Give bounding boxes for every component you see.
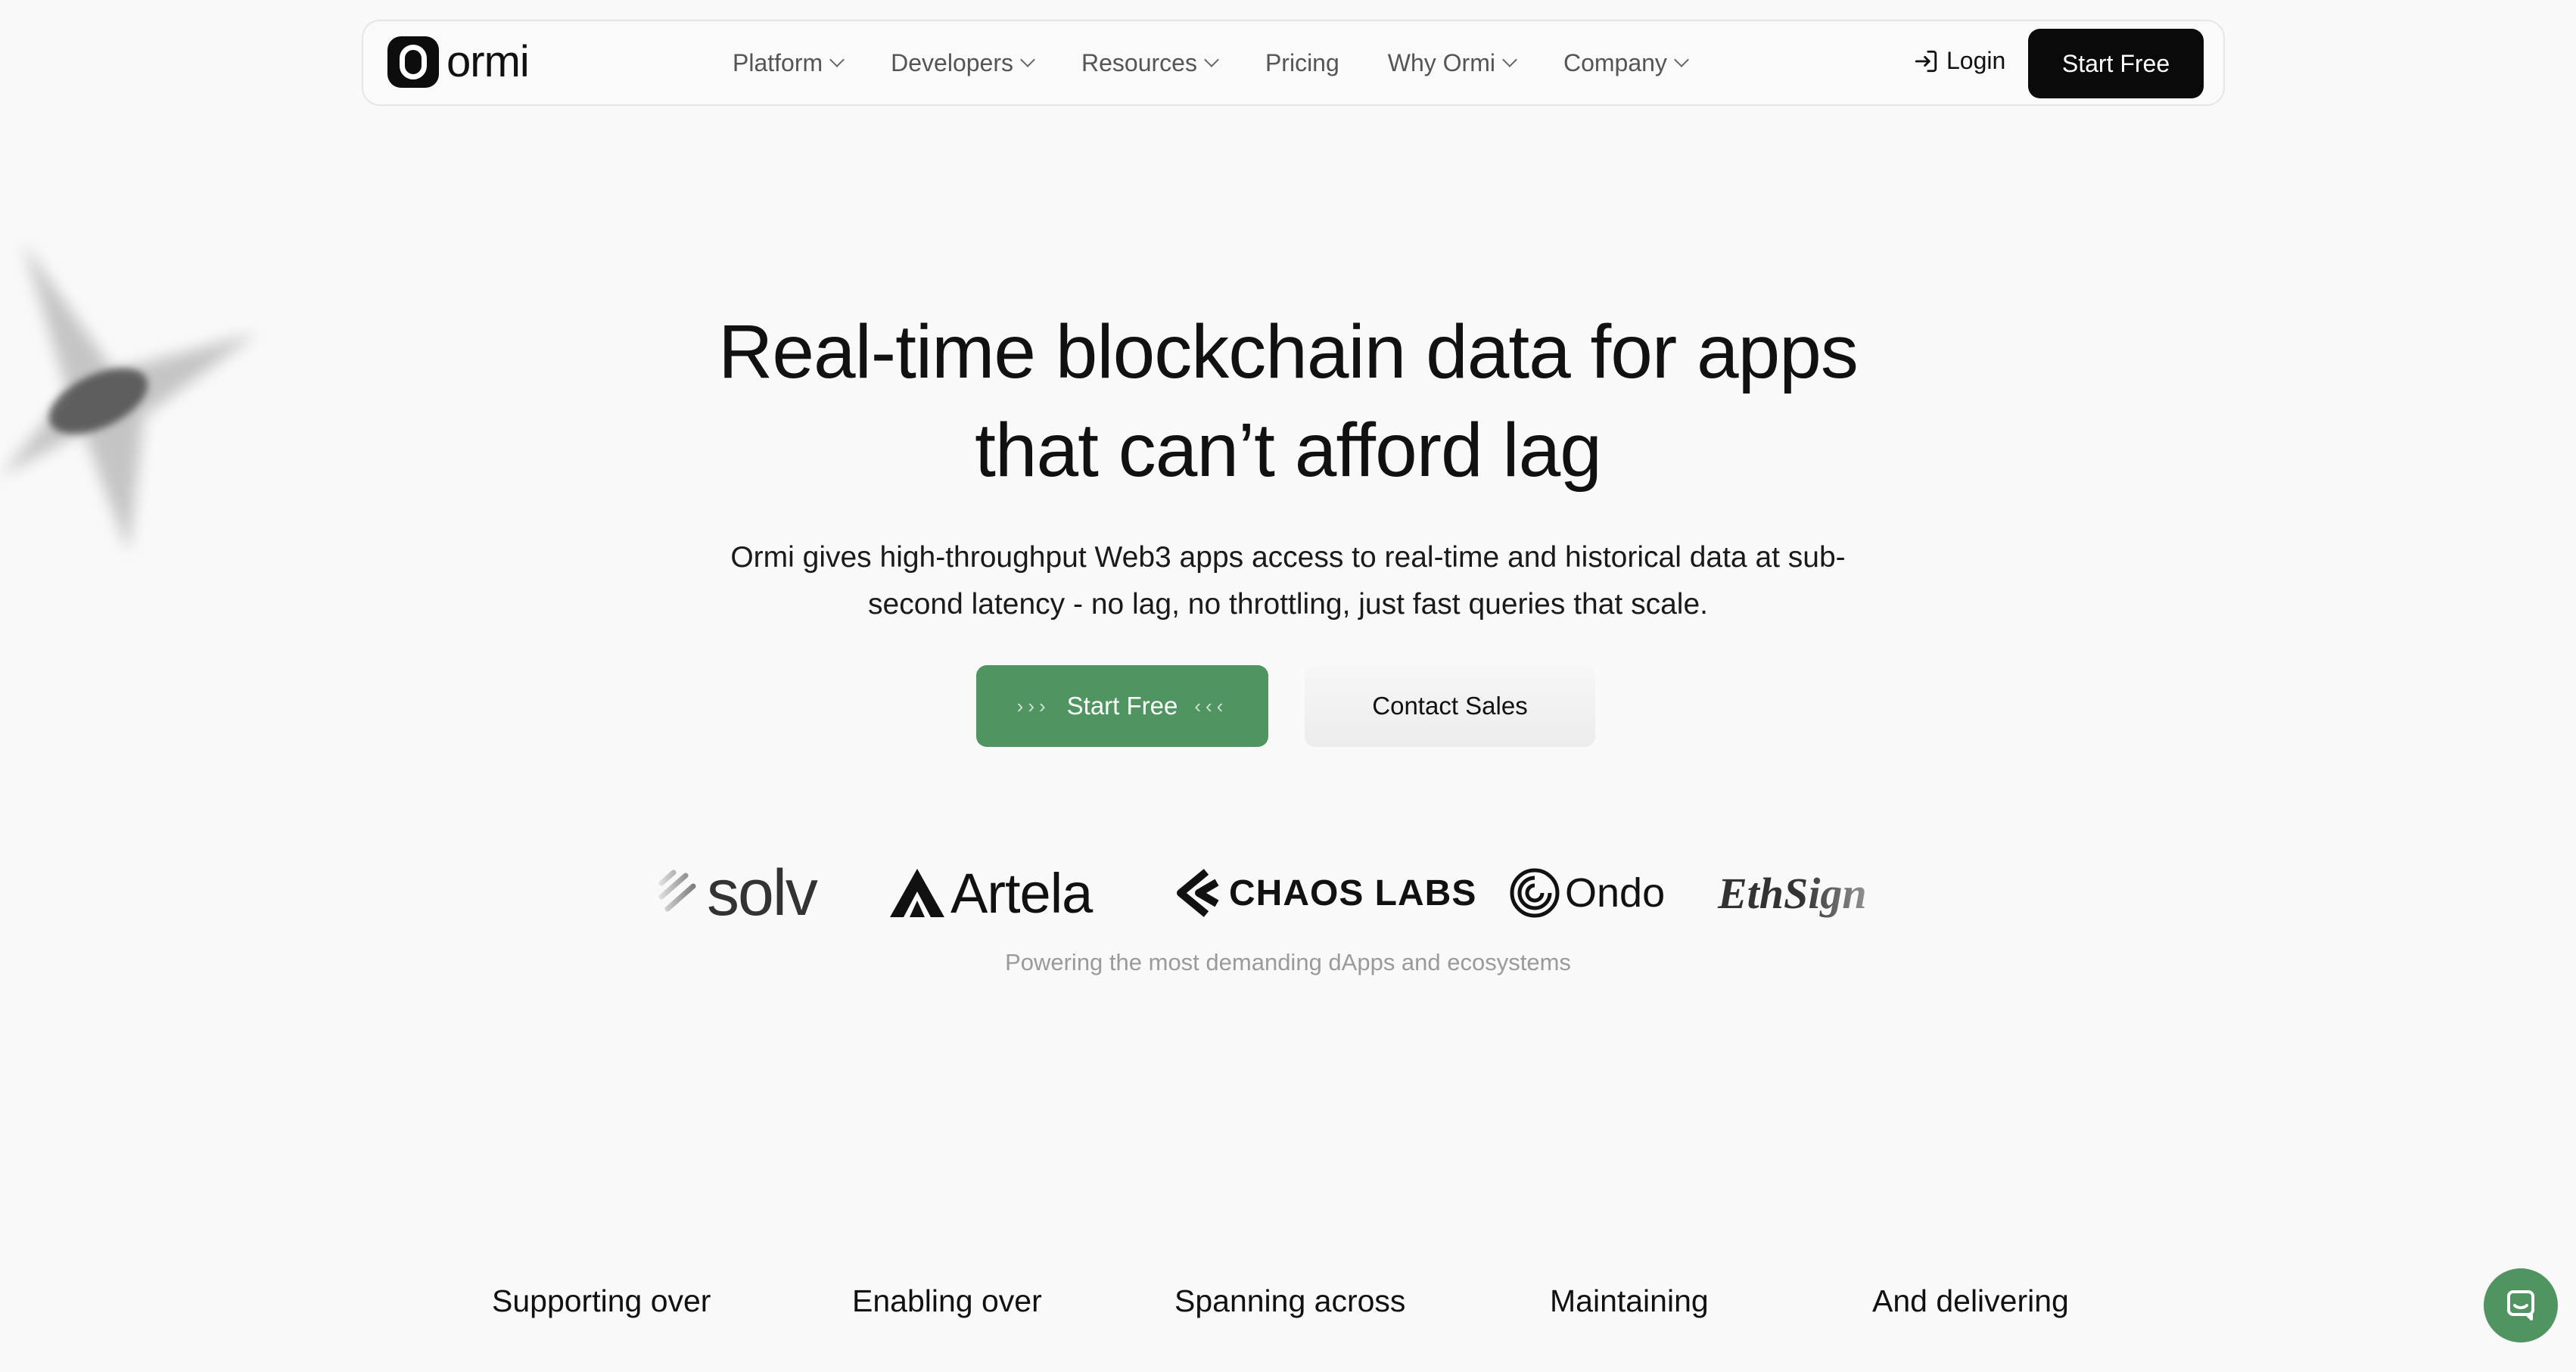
stat-enabling-label: Enabling over — [852, 1283, 1042, 1318]
chaos-labs-logo: CHAOS LABS — [1173, 848, 1476, 938]
chevron-down-icon — [1204, 52, 1219, 67]
ormi-logo[interactable]: ormi — [387, 36, 530, 88]
ormi-logo-mark-icon — [387, 36, 439, 88]
chevron-down-icon — [1020, 52, 1035, 67]
ondo-rings-icon — [1510, 868, 1560, 918]
nav-menu-label: Company — [1563, 48, 1667, 76]
nav-menu-label: Platform — [733, 48, 823, 76]
artela-logo-text: Artela — [950, 861, 1093, 925]
right-chevrons-icon: ‹‹‹ — [1194, 694, 1228, 717]
nav-platform-menu[interactable]: Platform — [733, 48, 845, 77]
logo-fade-left — [651, 848, 696, 938]
ondo-logo: Ondo — [1509, 848, 1665, 938]
logo-text: ormi — [446, 37, 530, 86]
nav-pricing-menu[interactable]: Pricing — [1265, 49, 1339, 77]
chaos-labs-logo-text: CHAOS LABS — [1229, 873, 1477, 913]
nav-menu-label: Developers — [891, 48, 1013, 76]
chevron-down-icon — [829, 52, 845, 67]
logo-fade-right — [1801, 848, 1937, 938]
chevron-down-icon — [1502, 52, 1517, 67]
chaos-labs-chevron-icon — [1177, 869, 1219, 917]
hero-title-line-1: Real-time blockchain data for apps — [718, 310, 1859, 394]
login-label: Login — [1946, 47, 2006, 74]
hero-start-free-label: Start Free — [1066, 692, 1178, 720]
stat-delivering-label: And delivering — [1872, 1283, 2069, 1318]
nav-menu-label: Resources — [1081, 48, 1197, 76]
ondo-logo-text: Ondo — [1565, 870, 1666, 916]
stat-spanning-label: Spanning across — [1174, 1283, 1406, 1318]
nav-developers-menu[interactable]: Developers — [891, 48, 1035, 77]
login-arrow-icon — [1915, 50, 1937, 72]
nav-why-ormi-menu[interactable]: Why Ormi — [1387, 48, 1517, 77]
hero-subtitle-line-1: Ormi gives high-throughput Web3 apps acc… — [730, 541, 1846, 574]
top-navbar: ormi Platform Developers Resources Pricing W… — [362, 20, 2225, 106]
hero-title: Real-time blockchain data for apps that … — [0, 303, 2576, 499]
hero-start-free-button[interactable]: ››› Start Free ‹‹‹ — [976, 665, 1268, 747]
nav-menu-label: Why Ormi — [1387, 48, 1495, 76]
nav-start-free-button[interactable]: Start Free — [2028, 29, 2204, 98]
artela-logo: Artela — [887, 848, 1093, 938]
chevron-down-icon — [1674, 52, 1689, 67]
nav-company-menu[interactable]: Company — [1563, 48, 1689, 77]
main-menu: Platform Developers Resources Pricing Why Or… — [733, 21, 1735, 104]
chat-widget-button[interactable] — [2484, 1268, 2558, 1342]
partner-logo-strip: solv Artela CHAOS LABS Ondo EthSign — [651, 848, 1937, 938]
solv-logo-text: solv — [707, 856, 818, 929]
chat-bubble-icon — [2507, 1290, 2534, 1321]
stat-maintaining-label: Maintaining — [1550, 1283, 1709, 1318]
nav-resources-menu[interactable]: Resources — [1081, 48, 1219, 77]
hero-subtitle-line-2: second latency - no lag, no throttling, … — [868, 588, 1708, 621]
hero-title-line-2: that can’t afford lag — [975, 408, 1602, 493]
contact-sales-button[interactable]: Contact Sales — [1305, 665, 1595, 747]
artela-triangle-icon — [890, 869, 944, 917]
login-link[interactable]: Login — [1913, 47, 2005, 75]
stat-supporting-label: Supporting over — [492, 1283, 711, 1318]
partners-caption: Powering the most demanding dApps and ec… — [1005, 949, 1571, 975]
hero-subtitle: Ormi gives high-throughput Web3 apps acc… — [0, 534, 2576, 628]
left-chevrons-icon: ››› — [1016, 694, 1050, 717]
nav-menu-label: Pricing — [1265, 48, 1339, 76]
